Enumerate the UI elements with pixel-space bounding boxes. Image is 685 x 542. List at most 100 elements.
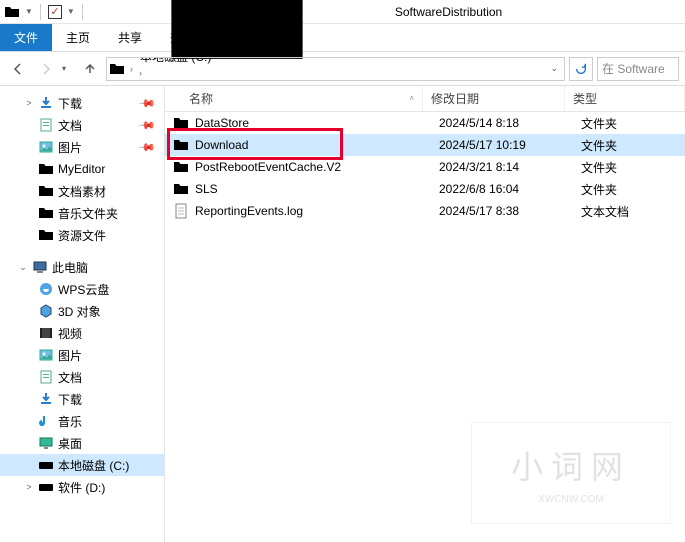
tree-this-pc[interactable]: ⌄ 此电脑 — [0, 256, 164, 278]
tree-item[interactable]: › 视频 — [0, 322, 164, 344]
doc-icon — [38, 117, 54, 133]
pin-icon: 📌 — [138, 116, 157, 135]
tree-item[interactable]: › 资源文件 — [0, 224, 164, 246]
watermark: 小词网 XWCNW.COM — [471, 422, 671, 524]
breadcrumb-item[interactable]: Windows — [136, 79, 251, 81]
folder-icon — [38, 183, 54, 199]
tree-item[interactable]: › 3D 对象 — [0, 300, 164, 322]
file-icon — [173, 203, 189, 219]
tree-label: 下载 — [58, 95, 82, 112]
tree-label: 本地磁盘 (C:) — [58, 457, 129, 474]
file-date: 2024/5/17 10:19 — [431, 138, 573, 152]
file-list-pane: 名称 ˄ 修改日期 类型 DataStore 2024/5/14 8:18 文件… — [165, 86, 685, 542]
folder-icon — [38, 205, 54, 221]
up-button[interactable] — [78, 57, 102, 81]
col-type[interactable]: 类型 — [565, 86, 685, 111]
file-name: ReportingEvents.log — [195, 204, 431, 218]
tree-label: MyEditor — [58, 162, 105, 176]
expand-icon[interactable]: > — [24, 482, 34, 492]
expand-icon[interactable]: > — [24, 98, 34, 108]
file-row[interactable]: PostRebootEventCache.V2 2024/3/21 8:14 文… — [165, 156, 685, 178]
file-row[interactable]: SLS 2022/6/8 16:04 文件夹 — [165, 178, 685, 200]
tab-home[interactable]: 主页 — [52, 24, 104, 51]
video-icon — [38, 325, 54, 341]
col-date[interactable]: 修改日期 — [423, 86, 565, 111]
address-dropdown-icon[interactable]: ⌄ — [546, 63, 562, 74]
drive-icon — [38, 479, 54, 495]
file-type: 文件夹 — [573, 159, 617, 176]
file-name: Download — [195, 138, 431, 152]
picture-icon — [38, 347, 54, 363]
tree-item[interactable]: › 桌面 — [0, 432, 164, 454]
address-folder-icon — [109, 61, 125, 77]
tree-item[interactable]: › 音乐 — [0, 410, 164, 432]
tree-item[interactable]: › 下载 — [0, 388, 164, 410]
file-type: 文件夹 — [573, 115, 617, 132]
folder-icon — [173, 137, 189, 153]
chevron-right-icon[interactable]: › — [136, 68, 145, 78]
back-button[interactable] — [6, 57, 30, 81]
chevron-right-icon[interactable]: › — [127, 64, 136, 74]
tree-item[interactable]: › 音乐文件夹 — [0, 202, 164, 224]
breadcrumb-item[interactable]: 本地磁盘 (C:) — [136, 57, 251, 65]
properties-qat-icon[interactable]: ✓ — [48, 5, 62, 19]
file-type: 文本文档 — [573, 203, 629, 220]
file-name: DataStore — [195, 116, 431, 130]
music-icon — [38, 413, 54, 429]
tree-item[interactable]: › 图片 — [0, 344, 164, 366]
file-row[interactable]: ReportingEvents.log 2024/5/17 8:38 文本文档 — [165, 200, 685, 222]
history-dropdown-icon[interactable]: ▾ — [62, 64, 72, 73]
folder-icon — [173, 115, 189, 131]
tree-label: 下载 — [58, 391, 82, 408]
tree-item[interactable]: > 下载 📌 — [0, 92, 164, 114]
nav-tree[interactable]: > 下载 📌 › 文档 📌 › 图片 📌 › MyEditor › 文档素材 › — [0, 86, 165, 542]
tree-item[interactable]: › 文档 📌 — [0, 114, 164, 136]
file-name: SLS — [195, 182, 431, 196]
pin-icon: 📌 — [138, 138, 157, 157]
tree-item[interactable]: > 软件 (D:) — [0, 476, 164, 498]
refresh-button[interactable] — [569, 57, 593, 81]
tree-item[interactable]: › 图片 📌 — [0, 136, 164, 158]
pc-icon — [32, 259, 48, 275]
file-row[interactable]: Download 2024/5/17 10:19 文件夹 — [165, 134, 685, 156]
tree-label: 资源文件 — [58, 227, 106, 244]
tab-share[interactable]: 共享 — [104, 24, 156, 51]
file-row[interactable]: DataStore 2024/5/14 8:18 文件夹 — [165, 112, 685, 134]
sort-asc-icon: ˄ — [409, 94, 414, 103]
app-folder-icon — [4, 4, 20, 20]
forward-button[interactable] — [34, 57, 58, 81]
tree-label: 文档素材 — [58, 183, 106, 200]
download-icon — [38, 95, 54, 111]
download-icon — [38, 391, 54, 407]
qat-dropdown-icon[interactable]: ▼ — [25, 7, 33, 16]
address-bar[interactable]: › 此电脑›本地磁盘 (C:)›Windows›SoftwareDistribu… — [106, 57, 565, 81]
file-type: 文件夹 — [573, 181, 617, 198]
tree-label: 图片 — [58, 347, 82, 364]
qat-dropdown-icon[interactable]: ▼ — [67, 7, 75, 16]
tree-label: WPS云盘 — [58, 281, 109, 298]
file-date: 2024/3/21 8:14 — [431, 160, 573, 174]
wps-icon — [38, 281, 54, 297]
tab-file[interactable]: 文件 — [0, 24, 52, 51]
collapse-icon[interactable]: ⌄ — [18, 262, 28, 273]
tree-label: 此电脑 — [52, 259, 88, 276]
file-rows: DataStore 2024/5/14 8:18 文件夹 Download 20… — [165, 112, 685, 222]
search-input[interactable]: 在 Software — [597, 57, 679, 81]
tree-label: 音乐文件夹 — [58, 205, 118, 222]
tree-item[interactable]: › WPS云盘 — [0, 278, 164, 300]
tab-view[interactable]: 查看 — [156, 24, 208, 51]
tree-label: 文档 — [58, 369, 82, 386]
doc-icon — [38, 369, 54, 385]
tree-item[interactable]: › 文档素材 — [0, 180, 164, 202]
tree-item[interactable]: › MyEditor — [0, 158, 164, 180]
tree-label: 3D 对象 — [58, 303, 101, 320]
tree-item[interactable]: › 文档 — [0, 366, 164, 388]
file-type: 文件夹 — [573, 137, 617, 154]
tree-label: 软件 (D:) — [58, 479, 105, 496]
tree-label: 图片 — [58, 139, 82, 156]
col-name[interactable]: 名称 ˄ — [165, 86, 423, 111]
file-date: 2024/5/14 8:18 — [431, 116, 573, 130]
pin-icon: 📌 — [138, 94, 157, 113]
tree-item[interactable]: › 本地磁盘 (C:) — [0, 454, 164, 476]
window-title: SoftwareDistribution — [395, 5, 502, 19]
